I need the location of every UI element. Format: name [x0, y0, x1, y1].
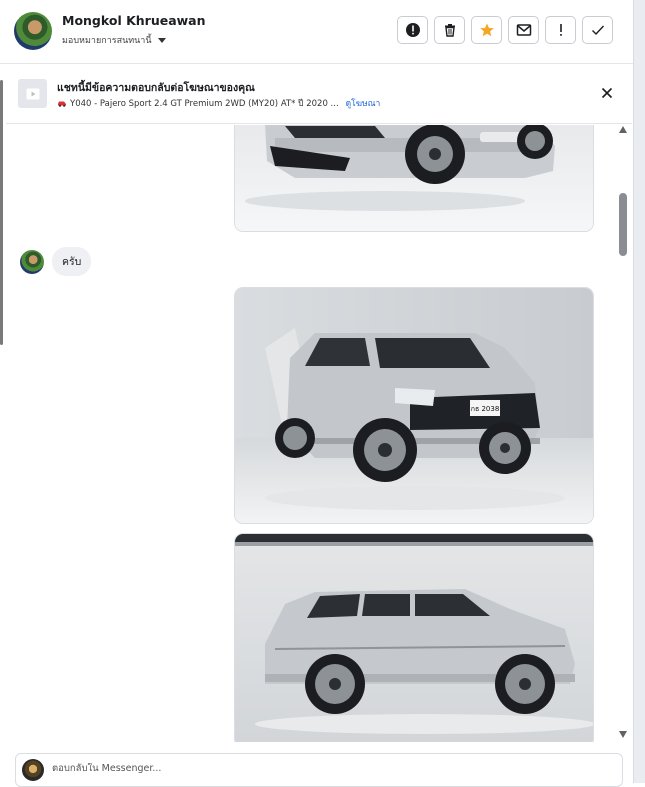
inbox-conversation-window: Mongkol Khrueawan มอบหมายการสนทนานี้ แชท…	[0, 0, 633, 787]
banner-subtitle-row: Y040 - Pajero Sport 2.4 GT Premium 2WD (…	[57, 96, 380, 110]
message-image[interactable]	[234, 533, 594, 742]
mail-icon	[516, 24, 531, 36]
car-icon	[58, 101, 66, 107]
right-side-panel	[633, 0, 645, 783]
message-composer	[15, 753, 623, 787]
message-row: ครับ	[20, 247, 92, 276]
message-bubble[interactable]: ครับ	[52, 247, 92, 276]
mark-done-button[interactable]	[582, 16, 613, 44]
conversation-header: Mongkol Khrueawan มอบหมายการสนทนานี้	[0, 0, 633, 64]
exclamation-icon	[559, 24, 562, 36]
ad-title: Y040 - Pajero Sport 2.4 GT Premium 2WD (…	[70, 99, 339, 109]
view-ad-link[interactable]: ดูโฆษณา	[346, 96, 381, 110]
chevron-down-icon	[157, 37, 166, 43]
alert-circle-icon	[405, 23, 420, 37]
scroll-down-arrow-icon[interactable]	[619, 731, 627, 738]
ad-reply-banner: แชทนี้มีข้อความตอบกลับต่อโฆษณาของคุณ Y04…	[6, 64, 632, 124]
delete-button[interactable]	[434, 16, 465, 44]
conversation-toolbar	[397, 16, 613, 44]
message-thread[interactable]: ครับ กธ 2038	[6, 125, 617, 742]
reply-input[interactable]	[52, 763, 572, 774]
video-play-icon	[26, 88, 39, 99]
contact-avatar[interactable]	[14, 12, 52, 50]
message-image[interactable]: กธ 2038	[234, 287, 594, 524]
message-image[interactable]	[234, 125, 594, 232]
star-button[interactable]	[471, 16, 502, 44]
assign-conversation-dropdown[interactable]: มอบหมายการสนทนานี้	[62, 33, 166, 47]
scrollbar-thumb[interactable]	[619, 193, 627, 256]
mark-important-button[interactable]	[545, 16, 576, 44]
scroll-up-arrow-icon[interactable]	[619, 126, 627, 133]
page-avatar	[22, 759, 44, 781]
contact-name[interactable]: Mongkol Khrueawan	[62, 13, 206, 28]
close-icon[interactable]	[600, 86, 614, 100]
mark-spam-button[interactable]	[397, 16, 428, 44]
trash-icon	[444, 24, 455, 37]
check-icon	[591, 25, 604, 36]
ad-thumbnail[interactable]	[18, 79, 47, 108]
mail-button[interactable]	[508, 16, 539, 44]
assign-label: มอบหมายการสนทนานี้	[62, 36, 152, 46]
banner-title: แชทนี้มีข้อความตอบกลับต่อโฆษณาของคุณ	[57, 82, 255, 94]
left-scroll-edge	[0, 80, 3, 345]
contact-avatar-small	[20, 249, 44, 274]
star-icon	[479, 23, 494, 37]
svg-text:กธ 2038: กธ 2038	[471, 405, 500, 413]
